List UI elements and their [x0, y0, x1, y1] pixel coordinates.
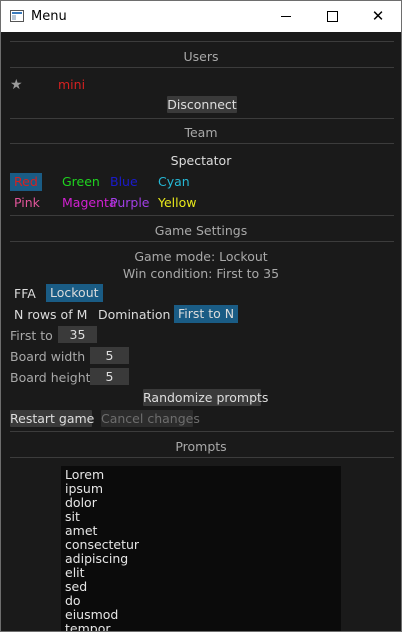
menu-content: Users ★ mini Disconnect Team Spectator R… [1, 32, 401, 631]
minimize-icon [281, 16, 291, 17]
title-bar[interactable]: Menu ✕ [1, 1, 401, 32]
prompt-line: do [65, 593, 81, 608]
close-button[interactable]: ✕ [355, 1, 401, 32]
board-width-field[interactable]: 5 [90, 347, 129, 364]
prompt-line: amet [65, 523, 98, 538]
maximize-button[interactable] [309, 1, 355, 32]
prompt-line: adipiscing [65, 551, 129, 566]
win-domination[interactable]: Domination [98, 307, 170, 322]
prompt-line: sed [65, 579, 88, 594]
first-to-label: First to [10, 328, 53, 343]
window-title: Menu [31, 9, 67, 24]
minimize-button[interactable] [263, 1, 309, 32]
maximize-icon [326, 11, 338, 22]
win-first-to-n[interactable]: First to N [174, 305, 239, 323]
divider [10, 431, 394, 432]
team-cyan[interactable]: Cyan [158, 174, 190, 189]
team-magenta[interactable]: Magenta [62, 195, 117, 210]
team-green[interactable]: Green [62, 174, 100, 189]
divider [10, 143, 394, 144]
prompt-line: eiusmod [65, 607, 119, 622]
prompt-line: consectetur [65, 537, 140, 552]
win-n-rows[interactable]: N rows of M [14, 307, 87, 322]
prompts-header: Prompts [175, 439, 227, 454]
prompt-line: ipsum [65, 481, 104, 496]
team-blue[interactable]: Blue [110, 174, 138, 189]
game-settings-header: Game Settings [154, 223, 248, 238]
board-height-label: Board height [10, 370, 91, 385]
divider [10, 215, 394, 216]
team-pink[interactable]: Pink [14, 195, 40, 210]
prompt-line: sit [65, 509, 80, 524]
randomize-prompts-button[interactable]: Randomize prompts [143, 389, 268, 406]
spectator-option[interactable]: Spectator [1, 153, 401, 168]
divider [10, 67, 394, 68]
cancel-changes-button: Cancel changes [101, 410, 200, 427]
divider [10, 41, 394, 42]
prompt-line: dolor [65, 495, 97, 510]
mode-lockout[interactable]: Lockout [46, 284, 103, 302]
divider [10, 241, 394, 242]
prompt-line: Lorem [65, 467, 105, 482]
team-red[interactable]: Red [10, 173, 42, 191]
restart-game-button[interactable]: Restart game [10, 410, 94, 427]
prompts-textarea[interactable]: Lorem ipsum dolor sit amet consectetur a… [61, 466, 341, 631]
disconnect-button[interactable]: Disconnect [167, 96, 237, 113]
divider [10, 118, 394, 119]
board-width-label: Board width [10, 349, 86, 364]
first-to-field[interactable]: 35 [58, 326, 97, 343]
close-icon: ✕ [371, 7, 385, 25]
team-header: Team [184, 125, 218, 140]
team-yellow[interactable]: Yellow [158, 195, 196, 210]
team-purple[interactable]: Purple [110, 195, 149, 210]
board-height-field[interactable]: 5 [90, 368, 129, 385]
prompt-line: elit [65, 565, 85, 580]
game-mode-text: Game mode: Lockout [134, 249, 268, 264]
star-icon: ★ [10, 77, 23, 93]
user-name: mini [58, 77, 86, 92]
users-header: Users [183, 49, 219, 64]
menu-window: Menu ✕ Users ★ mini Disconnect Team Spec… [0, 0, 402, 632]
prompt-line: tempor [65, 621, 111, 632]
divider [10, 457, 394, 458]
mode-ffa[interactable]: FFA [14, 286, 36, 301]
app-window-icon [10, 10, 24, 22]
win-condition-text: Win condition: First to 35 [122, 266, 280, 281]
